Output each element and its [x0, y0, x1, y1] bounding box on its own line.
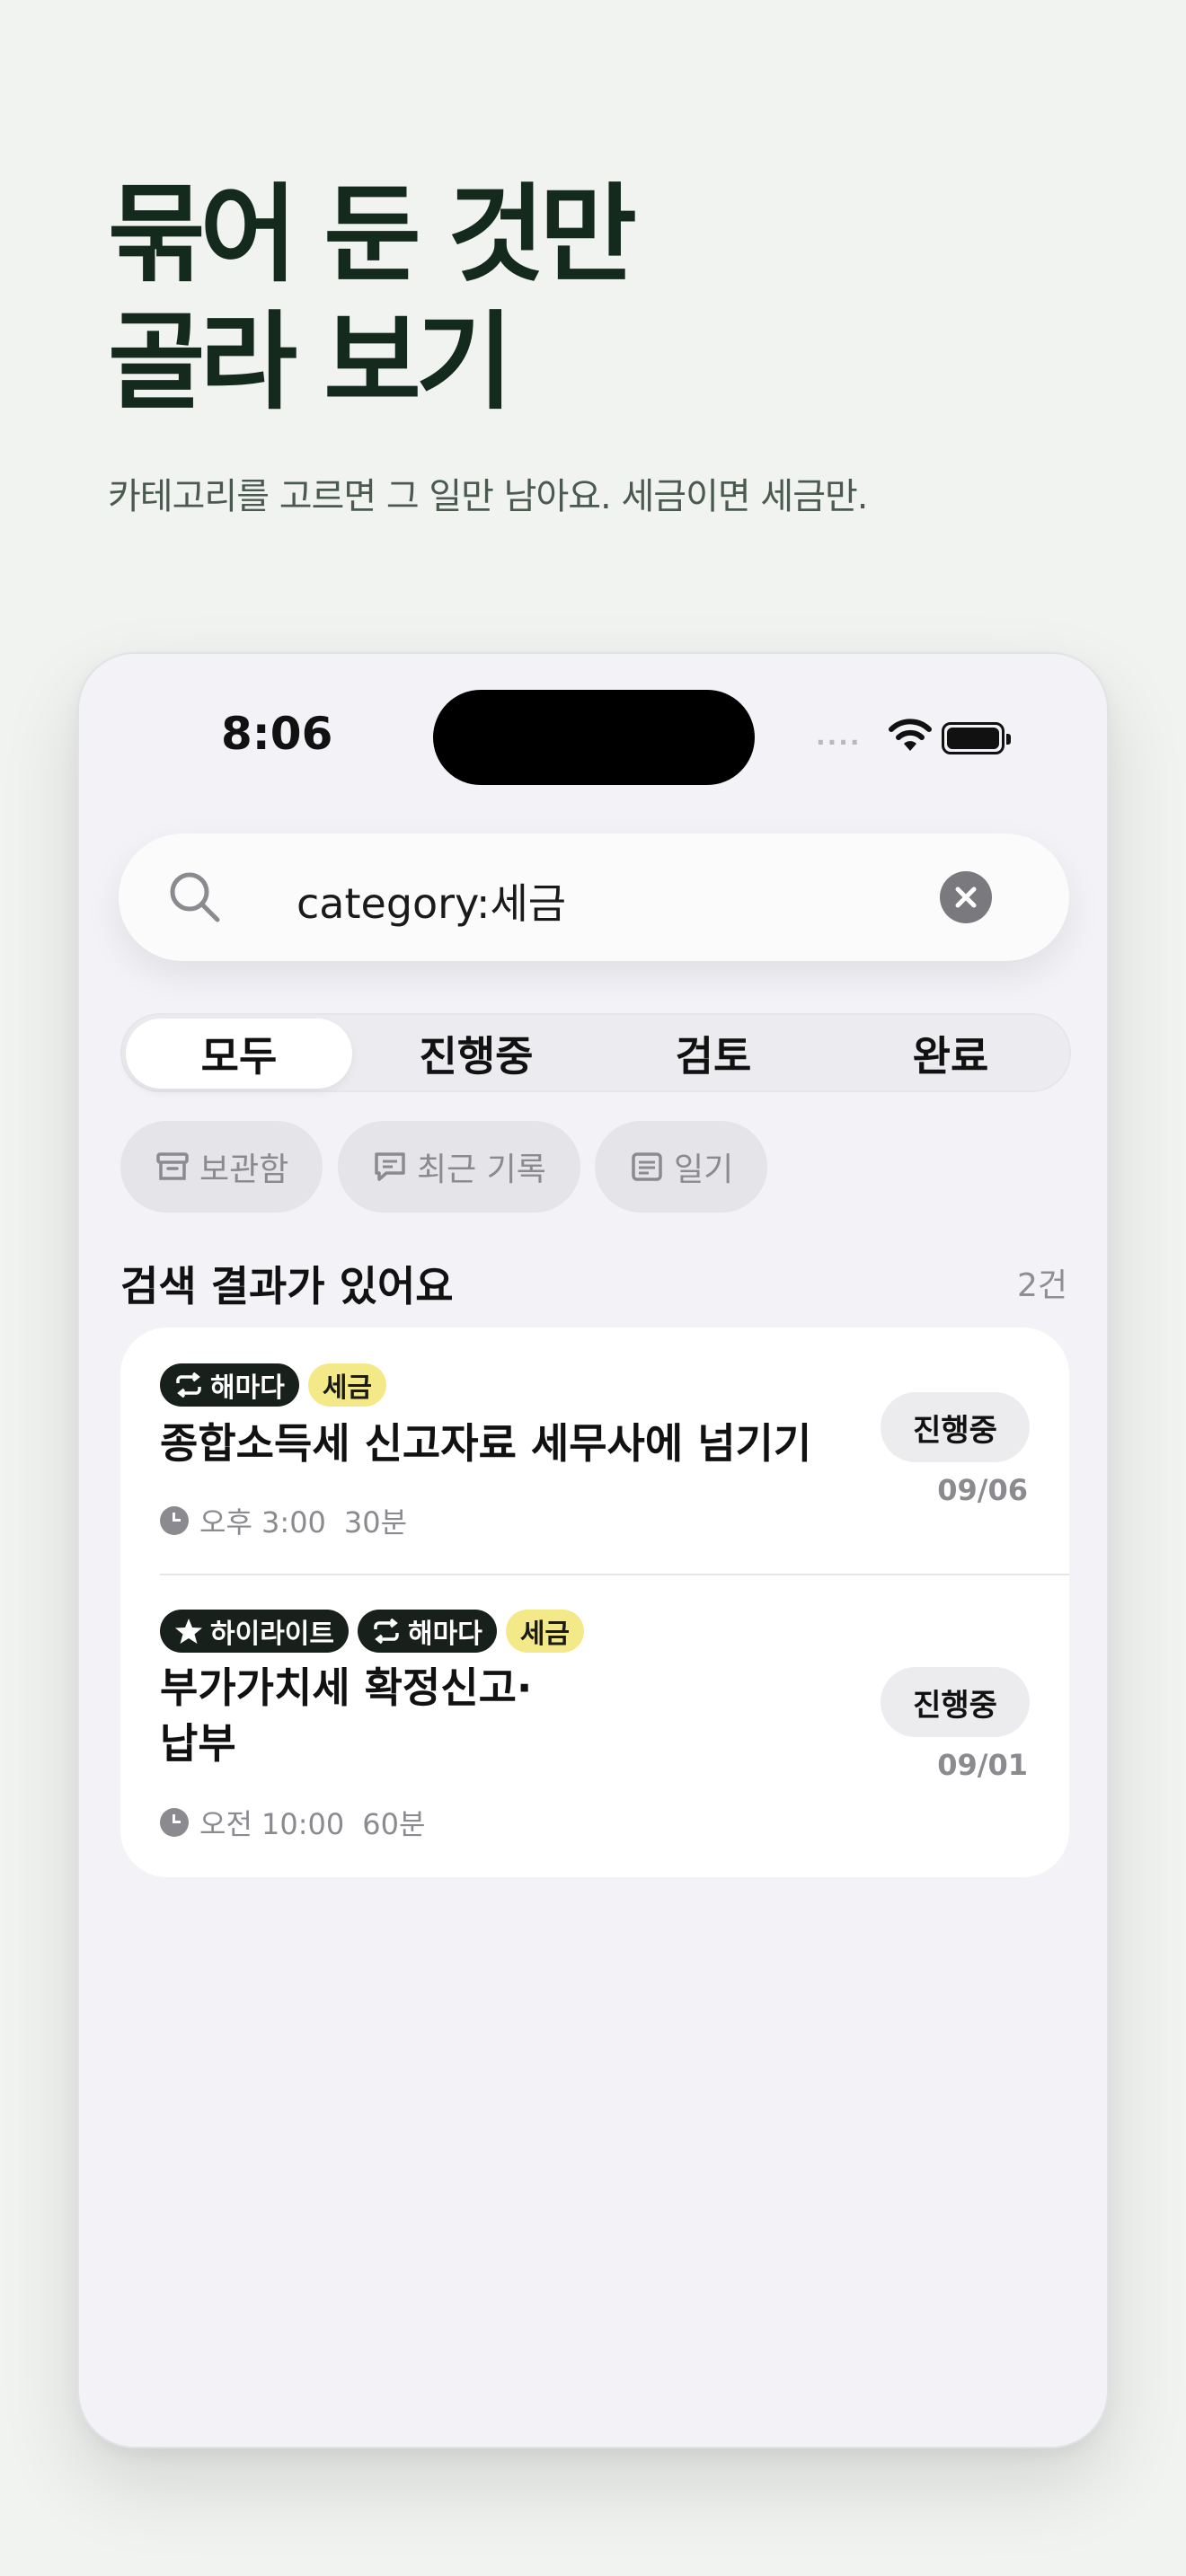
item-duration: 30분 [343, 1505, 408, 1539]
list-item[interactable]: 해마다 세금 종합소득세 신고자료 세무사에 넘기기 오후 3:00 30분 진… [120, 1328, 1069, 1574]
item-tags: 해마다 세금 [160, 1363, 387, 1407]
tag-label: 해마다 [408, 1619, 482, 1650]
tag-label: 세금 [519, 1619, 571, 1650]
chat-icon [375, 1152, 405, 1181]
item-title-line: 납부 [160, 1719, 236, 1768]
tag-repeat: 해마다 [358, 1610, 497, 1653]
tag-category: 세금 [307, 1363, 387, 1407]
item-duration: 60분 [362, 1807, 426, 1841]
close-icon [955, 887, 977, 908]
clear-search-button[interactable] [940, 871, 992, 923]
status-indicators: ···· [816, 715, 1049, 760]
segment-in-progress[interactable]: 진행중 [363, 1019, 589, 1089]
search-icon [170, 872, 220, 922]
hero-line-1: 묶어 둔 것만 [108, 172, 637, 296]
list-item[interactable]: 하이라이트 해마다 세금 부가가치세 확정신고· 납부 오전 10:00 60분… [120, 1575, 1069, 1877]
tag-label: 해마다 [210, 1372, 285, 1404]
clock-icon [160, 1506, 189, 1535]
clock-icon [160, 1808, 189, 1837]
item-title-line: 종합소득세 신고자료 세무사에 넘기기 [160, 1419, 812, 1468]
item-meta: 오전 10:00 60분 [160, 1802, 425, 1843]
results-title: 검색 결과가 있어요 [120, 1262, 454, 1310]
status-time: 8:06 [221, 708, 333, 760]
item-meta: 오후 3:00 30분 [160, 1500, 407, 1541]
hero-headline: 묶어 둔 것만 골라 보기 [108, 171, 637, 426]
chip-journal[interactable]: 일기 [595, 1121, 768, 1213]
chip-journal-label: 일기 [674, 1151, 734, 1188]
dynamic-island [433, 690, 755, 785]
tag-label: 세금 [322, 1372, 373, 1404]
search-input[interactable]: category:세금 [296, 871, 566, 931]
tag-label: 하이라이트 [210, 1619, 334, 1650]
cellular-signal-icon: ···· [816, 728, 862, 757]
chip-archive[interactable]: 보관함 [120, 1121, 323, 1213]
status-badge: 진행중 [881, 1392, 1030, 1462]
results-list: 해마다 세금 종합소득세 신고자료 세무사에 넘기기 오후 3:00 30분 진… [120, 1328, 1069, 1877]
status-filter-segment: 모두 진행중 검토 완료 [120, 1013, 1071, 1092]
hero-subtitle: 카테고리를 고르면 그 일만 남아요. 세금이면 세금만. [108, 476, 869, 517]
status-badge: 진행중 [881, 1667, 1030, 1737]
item-tags: 하이라이트 해마다 세금 [160, 1610, 585, 1653]
repeat-icon [374, 1619, 399, 1644]
item-time: 오전 10:00 [199, 1807, 345, 1841]
item-title: 종합소득세 신고자료 세무사에 넘기기 [160, 1416, 811, 1471]
hero-line-2: 골라 보기 [108, 300, 513, 424]
wifi-icon [889, 719, 932, 751]
chip-recent-records[interactable]: 최근 기록 [338, 1121, 580, 1213]
tag-repeat: 해마다 [160, 1363, 299, 1407]
segment-review[interactable]: 검토 [600, 1019, 827, 1089]
tag-category: 세금 [505, 1610, 585, 1653]
star-icon [175, 1619, 202, 1644]
item-date: 09/06 [937, 1473, 1028, 1507]
item-title: 부가가치세 확정신고· 납부 [160, 1660, 532, 1771]
tag-highlight: 하이라이트 [160, 1610, 349, 1653]
journal-icon [632, 1152, 662, 1181]
phone-frame: 8:06 ···· category:세금 모두 진행중 검토 완료 보관함 최… [77, 652, 1109, 2448]
item-date: 09/01 [937, 1748, 1028, 1782]
chip-archive-label: 보관함 [199, 1151, 289, 1188]
battery-icon [942, 722, 1011, 754]
chip-recent-label: 최근 기록 [417, 1151, 546, 1188]
archive-icon [156, 1152, 189, 1180]
repeat-icon [176, 1372, 201, 1398]
item-time: 오후 3:00 [199, 1505, 326, 1539]
item-title-line: 부가가치세 확정신고· [160, 1663, 533, 1712]
results-count: 2건 [1016, 1267, 1067, 1304]
segment-done[interactable]: 완료 [837, 1019, 1064, 1089]
segment-all[interactable]: 모두 [126, 1019, 352, 1089]
search-bar[interactable]: category:세금 [119, 834, 1069, 961]
